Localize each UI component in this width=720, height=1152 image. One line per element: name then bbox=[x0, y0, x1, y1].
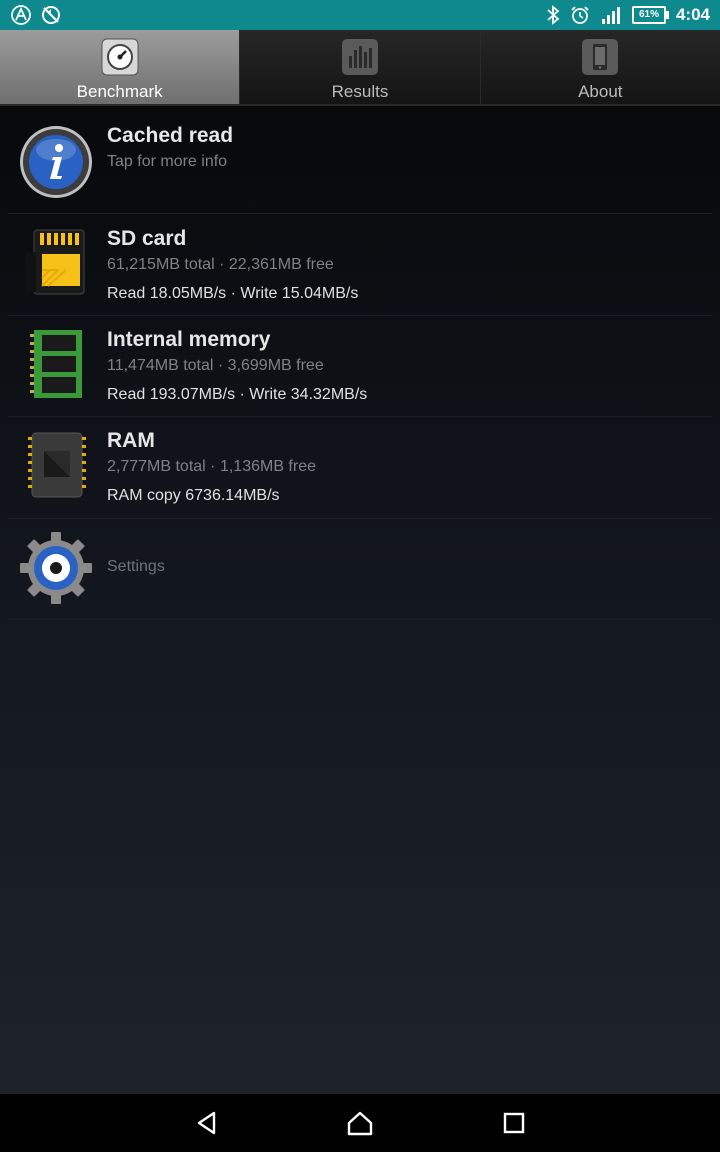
memory-chip-icon bbox=[30, 330, 82, 398]
a-logo-icon bbox=[11, 5, 31, 25]
battery-icon: 61% bbox=[631, 6, 669, 24]
phone-icon bbox=[582, 39, 619, 75]
tab-label: Results bbox=[331, 82, 389, 101]
no-sync-icon bbox=[42, 6, 60, 24]
speedometer-icon bbox=[101, 38, 139, 76]
item-detail: RAM copy 6736.14MB/s bbox=[107, 487, 280, 504]
tab-benchmark[interactable]: Benchmark bbox=[0, 30, 241, 104]
tab-label: Benchmark bbox=[76, 82, 163, 101]
navigation-bar bbox=[0, 1094, 720, 1152]
recents-icon[interactable] bbox=[499, 1108, 529, 1138]
item-title: Cached read bbox=[107, 124, 234, 147]
sd-card-icon bbox=[26, 229, 85, 295]
item-subtitle: 2,777MB total · 1,136MB free bbox=[107, 458, 316, 475]
item-subtitle: 11,474MB total · 3,699MB free bbox=[107, 357, 324, 374]
info-icon bbox=[20, 126, 92, 198]
back-icon[interactable] bbox=[192, 1108, 222, 1138]
item-title: RAM bbox=[107, 429, 155, 452]
gear-icon bbox=[20, 532, 92, 604]
item-title: Settings bbox=[107, 558, 165, 575]
bluetooth-icon bbox=[547, 5, 560, 25]
list-item-ram[interactable]: RAM 2,777MB total · 1,136MB free RAM cop… bbox=[8, 417, 712, 519]
list-item-cached-read[interactable]: Cached read Tap for more info bbox=[8, 106, 712, 214]
tab-results[interactable]: Results bbox=[240, 30, 481, 104]
alarm-icon bbox=[571, 6, 589, 24]
tab-bar: Benchmark Results About bbox=[0, 30, 720, 106]
item-title: Internal memory bbox=[107, 328, 271, 351]
signal-icon bbox=[601, 7, 620, 24]
list-item-internal-memory[interactable]: Internal memory 11,474MB total · 3,699MB… bbox=[8, 316, 712, 417]
bar-chart-icon bbox=[341, 39, 378, 75]
item-detail: Read 18.05MB/s · Write 15.04MB/s bbox=[107, 285, 359, 302]
list-item-settings[interactable]: Settings bbox=[8, 519, 712, 620]
item-title: SD card bbox=[107, 227, 187, 250]
benchmark-list: Cached read Tap for more info SD card 61… bbox=[0, 106, 720, 1094]
list-item-sd-card[interactable]: SD card 61,215MB total · 22,361MB free R… bbox=[8, 214, 712, 316]
item-detail: Read 193.07MB/s · Write 34.32MB/s bbox=[107, 386, 368, 403]
tab-label: About bbox=[578, 82, 623, 101]
status-bar: 61% 4:04 bbox=[0, 0, 720, 30]
tab-about[interactable]: About bbox=[480, 30, 720, 104]
item-subtitle: 61,215MB total · 22,361MB free bbox=[107, 256, 334, 273]
clock: 4:04 bbox=[675, 5, 710, 24]
home-icon[interactable] bbox=[345, 1108, 375, 1138]
ram-chip-icon bbox=[28, 432, 86, 498]
item-subtitle: Tap for more info bbox=[107, 153, 228, 170]
